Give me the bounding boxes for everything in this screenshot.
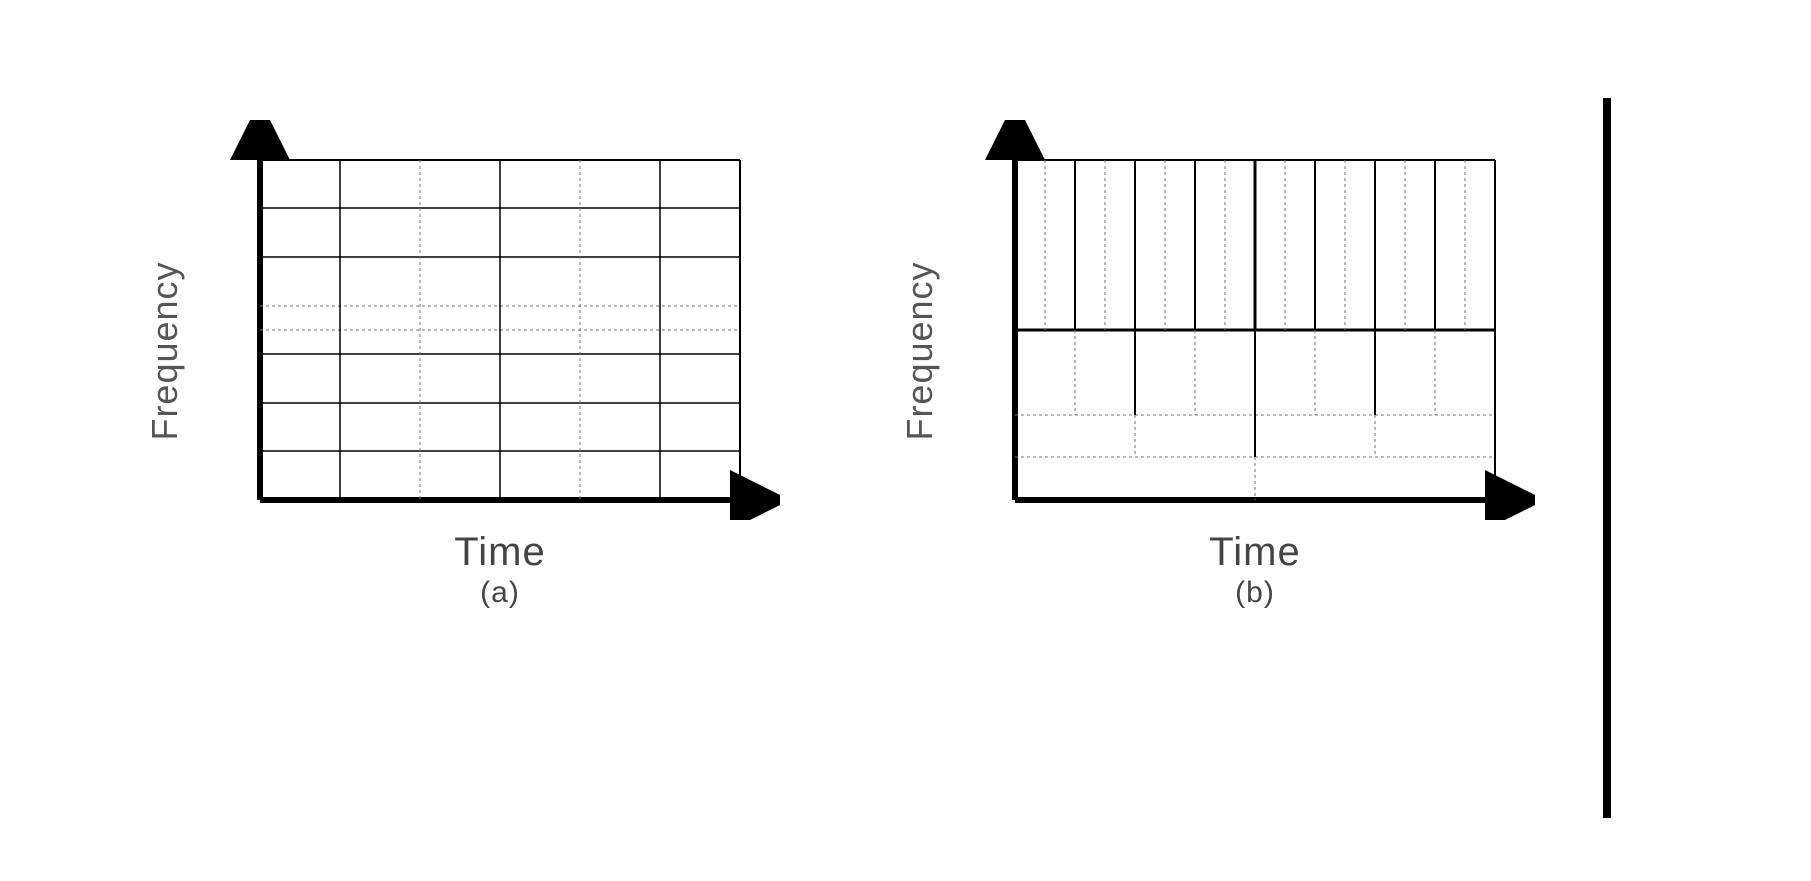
panel-b-xlabel: Time [975, 530, 1535, 575]
panel-a-plot [220, 120, 780, 520]
panel-a-sublabel: (a) [220, 576, 780, 610]
page: Frequency [0, 0, 1811, 881]
right-vertical-bar [1603, 98, 1611, 818]
panel-b: Frequency [915, 120, 1595, 610]
panel-a: Frequency [160, 120, 840, 610]
panel-a-xlabel: Time [220, 530, 780, 575]
panel-a-ylabel: Frequency [144, 226, 186, 476]
panel-b-sublabel: (b) [975, 576, 1535, 610]
panel-a-svg [220, 120, 780, 520]
panel-b-ylabel: Frequency [899, 226, 941, 476]
panel-b-plot [975, 120, 1535, 520]
panel-b-svg [975, 120, 1535, 520]
